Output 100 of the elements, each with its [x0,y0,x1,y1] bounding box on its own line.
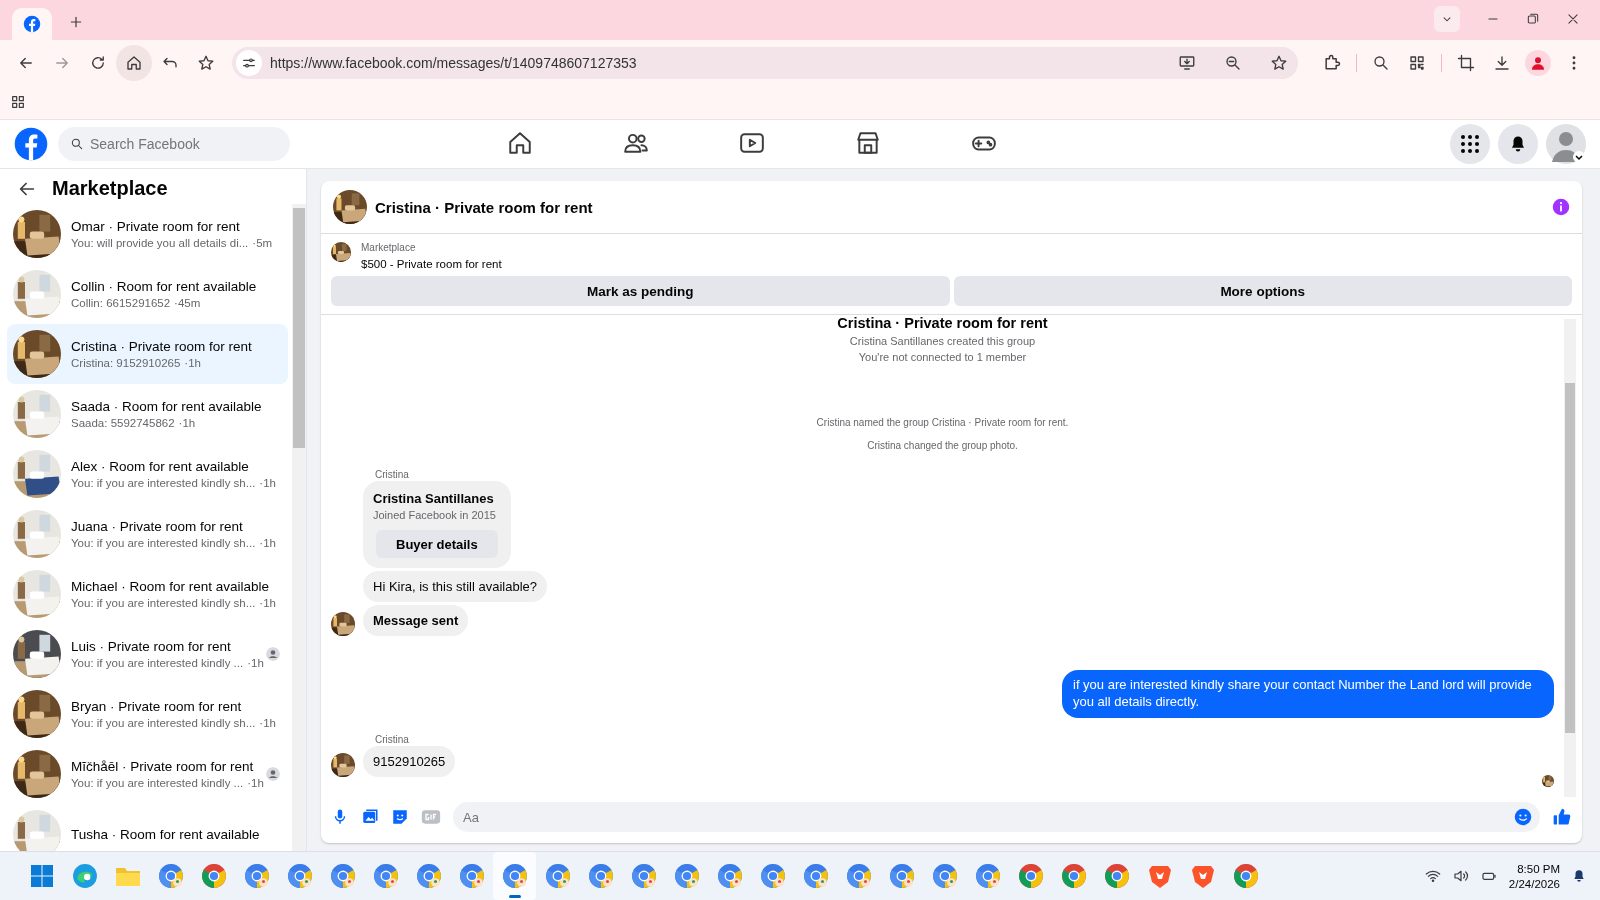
message-bubble: if you are interested kindly share your contact Number the Land lord will provide you all details directly. [1062,670,1554,718]
info-icon[interactable] [1552,198,1570,216]
chrome-profile-icon[interactable] [630,863,657,889]
account-button[interactable] [1546,124,1586,164]
conversation-title: Omar · Private room for rent [71,219,241,234]
message-time: ·1h [259,477,276,489]
clock[interactable]: 8:50 PM 2/24/2026 [1508,862,1560,890]
conversation-item[interactable]: Mĭčhåēl · Private room for rent You: if you are interested kindly ... ·1h [7,744,288,804]
chrome-profile-icon[interactable] [931,863,958,889]
chrome-icon[interactable] [1060,863,1087,889]
chrome-profile-icon[interactable] [974,863,1001,889]
chrome-profile-icon[interactable] [458,863,485,889]
chrome-profile-icon[interactable] [716,863,743,889]
chrome-profile-icon[interactable] [415,863,442,889]
qr-code-icon[interactable] [1408,53,1426,72]
download-icon[interactable] [1493,53,1511,72]
message-time: ·1h [247,657,264,669]
image-icon[interactable] [361,808,379,826]
install-app-icon[interactable] [1178,53,1196,72]
search-field[interactable]: Search Facebook [58,127,290,161]
message-bubble: Hi Kira, is this still available? [363,571,547,602]
message-preview: Saada: 5592745862 [71,417,175,429]
message-preview: You: if you are interested kindly sh... [71,477,256,489]
action-button[interactable]: More options [953,276,1572,306]
star-icon[interactable] [197,53,215,72]
system-message: You're not connected to 1 member [858,351,1027,363]
message-bubble: Message sent [363,605,469,636]
search-icon[interactable] [1372,53,1390,72]
wifi-icon[interactable] [1424,868,1441,884]
message-preview: You: if you are interested kindly sh... [71,717,256,729]
reload-icon[interactable] [89,53,107,72]
profile-button[interactable] [1525,49,1551,76]
chrome-profile-icon[interactable] [544,863,571,889]
menu-button[interactable] [1450,124,1490,164]
system-message: Cristina changed the group photo. [867,440,1018,451]
buyer-details-button[interactable]: Buyer details [376,530,498,558]
conversation-title: Michael · Room for rent available [71,579,271,594]
action-button[interactable]: Mark as pending [331,276,950,306]
conversation-item[interactable]: Michael · Room for rent available You: if you are interested kindly sh... ·1h [7,564,288,624]
message-time: ·45m [174,297,201,309]
zoom-out-icon[interactable] [1224,53,1242,72]
conversation-item[interactable]: Juana · Private room for rent You: if you are interested kindly sh... ·1h [7,504,288,564]
extensions-icon[interactable] [1322,52,1342,73]
chrome-profile-icon[interactable] [501,863,528,889]
sender-name: Cristina [375,733,410,745]
crop-icon[interactable] [1457,53,1475,72]
restore-icon[interactable] [1526,12,1540,26]
star-icon[interactable] [1270,53,1288,72]
conversation-title: Alex · Room for rent available [71,459,250,474]
emoji-icon[interactable] [1514,808,1532,826]
chrome-profile-icon[interactable] [157,863,184,889]
conversation-item[interactable]: Bryan · Private room for rent You: if you are interested kindly sh... ·1h [7,684,288,744]
chrome-profile-icon[interactable] [888,863,915,889]
sticker-icon[interactable] [391,808,409,826]
conversation-item[interactable]: Cristina · Private room for rent Cristina: 9152910265 ·1h [7,324,288,384]
facebook-logo-icon[interactable] [14,127,48,161]
thumbs-up-icon[interactable] [1552,807,1572,827]
chrome-profile-icon[interactable] [759,863,786,889]
conversation-item[interactable]: Collin · Room for rent available Collin: 6615291652 ·45m [7,264,288,324]
chrome-profile-icon[interactable] [243,863,270,889]
notifications-button[interactable] [1498,124,1538,164]
chrome-profile-icon[interactable] [845,863,872,889]
windows-icon[interactable] [29,864,54,888]
edge-icon[interactable] [71,863,98,889]
conversation-item[interactable]: Omar · Private room for rent You: will provide you all details di... ·5m [7,204,288,264]
shop-icon[interactable] [855,129,881,156]
chrome-profile-icon[interactable] [673,863,700,889]
new-tab-icon[interactable] [68,14,84,30]
home-icon[interactable] [507,129,533,156]
message-preview: Cristina: 9152910265 [71,357,181,369]
bell-icon[interactable] [1572,869,1586,883]
conversation-item[interactable]: Alex · Room for rent available You: if you are interested kindly sh... ·1h [7,444,288,504]
message-time: ·1h [259,597,276,609]
scrollbar[interactable] [292,204,306,851]
chrome-icon[interactable] [1103,863,1130,889]
chrome-profile-icon[interactable] [329,863,356,889]
conversation-title: Juana · Private room for rent [71,519,244,534]
chrome-profile-icon[interactable] [802,863,829,889]
group-title: Cristina · Private room for rent [837,315,1048,331]
scrollbar[interactable] [1564,319,1576,797]
conversation-title: Bryan · Private room for rent [71,699,243,714]
chrome-icon[interactable] [1017,863,1044,889]
chrome-profile-icon[interactable] [372,863,399,889]
conversation-item[interactable]: Saada · Room for rent available Saada: 5592745862 ·1h [7,384,288,444]
apps-grid-icon[interactable] [10,94,26,110]
message-time: ·1h [184,357,201,369]
message-time: ·1h [178,417,196,429]
chrome-icon[interactable] [1232,863,1259,889]
chrome-profile-icon[interactable] [587,863,614,889]
time-text: 8:50 PM [1517,862,1560,875]
chrome-icon[interactable] [200,863,227,889]
message-preview: Collin: 6615291652 [71,297,171,309]
address-bar[interactable]: https://www.facebook.com/messages/t/1409748607127353 [232,46,1298,79]
browser-tab[interactable] [12,8,52,40]
speaker-icon[interactable] [1452,868,1469,884]
close-icon[interactable] [1566,12,1580,26]
message-field[interactable]: Aa [453,802,1540,832]
sender-name: Cristina [375,469,410,480]
conversation-item[interactable]: Luis · Private room for rent You: if you are interested kindly ... ·1h [7,624,288,684]
chrome-profile-icon[interactable] [286,863,313,889]
